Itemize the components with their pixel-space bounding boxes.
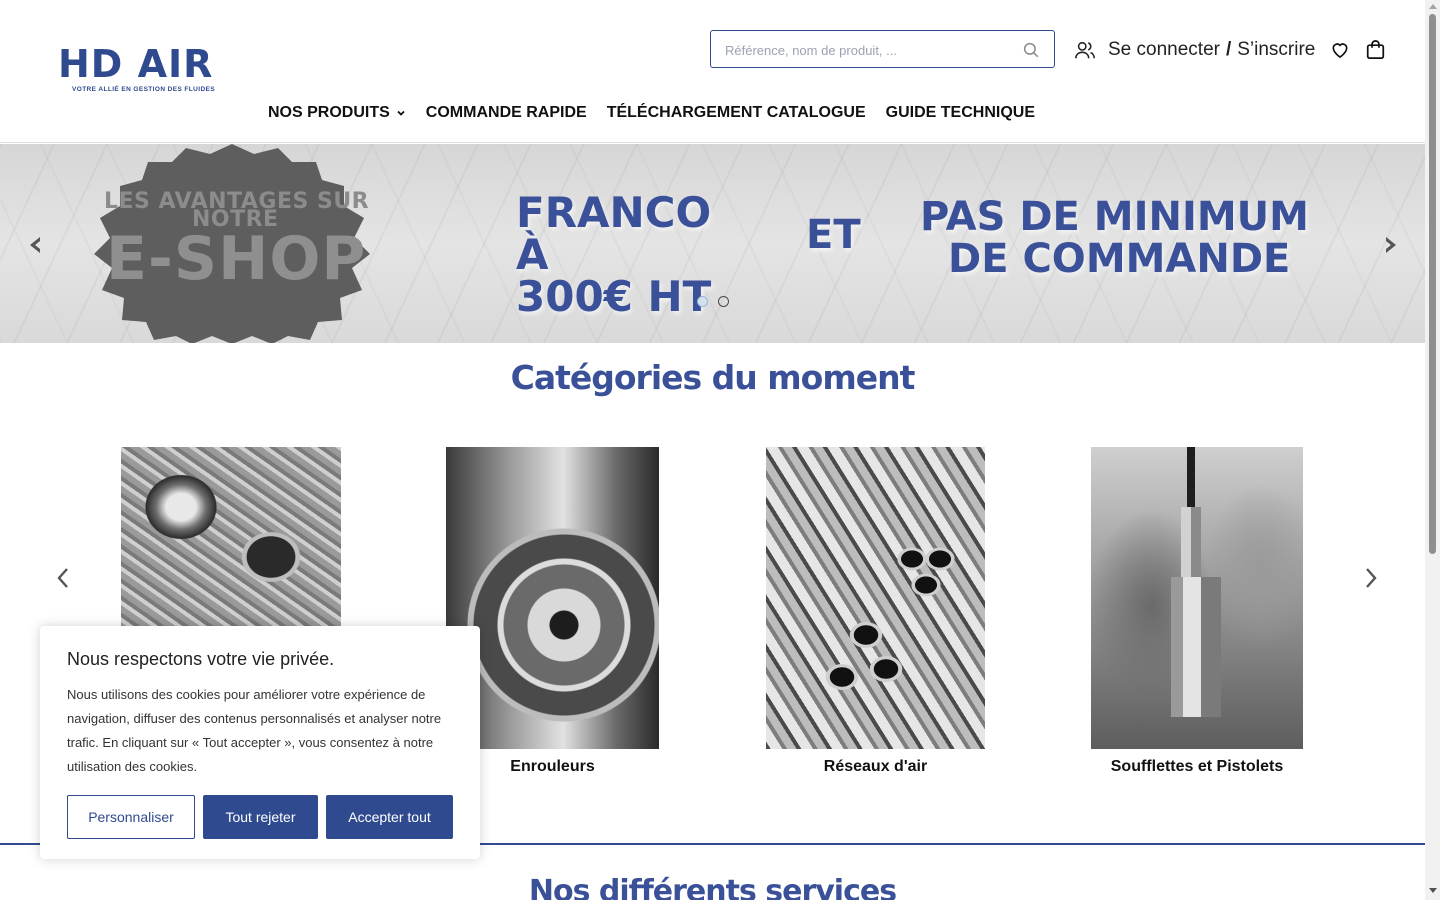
search-icon[interactable] <box>1022 41 1040 59</box>
page-scrollbar[interactable] <box>1425 0 1440 900</box>
logo-wordmark: HD AIR <box>58 42 214 86</box>
carousel-next-icon[interactable] <box>1383 236 1399 254</box>
cookie-description: Nous utilisons des cookies pour améliore… <box>67 687 442 774</box>
scroll-up-arrow-icon[interactable] <box>1429 4 1437 9</box>
main-nav: NOS PRODUITS COMMANDE RAPIDE TÉLÉCHARGEM… <box>268 101 1055 125</box>
carousel-dot-1[interactable] <box>697 296 708 307</box>
banner-franco-line-1: FRANCO À <box>516 188 712 279</box>
user-icon[interactable] <box>1074 39 1096 61</box>
banner-minimum: PAS DE MINIMUM DE COMMANDE <box>920 196 1320 280</box>
search-input[interactable] <box>725 40 1010 60</box>
nav-nos-produits[interactable]: NOS PRODUITS <box>268 104 406 122</box>
site-header: HD AIR VOTRE ALLIÉ EN GESTION DES FLUIDE… <box>0 0 1425 143</box>
promo-carousel[interactable]: LES AVANTAGES SUR NOTRE E-SHOP FRANCO À … <box>0 144 1425 343</box>
nav-commande-rapide[interactable]: COMMANDE RAPIDE <box>426 104 587 122</box>
category-label[interactable]: Réseaux d'air <box>766 758 985 776</box>
nav-telechargement-catalogue[interactable]: TÉLÉCHARGEMENT CATALOGUE <box>607 104 866 122</box>
banner-et: ET <box>806 212 861 258</box>
accept-all-button[interactable]: Accepter tout <box>326 795 453 839</box>
carousel-indicators <box>697 296 739 307</box>
account-separator: / <box>1225 39 1232 60</box>
category-image[interactable] <box>1091 447 1303 749</box>
shopping-bag-icon[interactable] <box>1366 39 1385 60</box>
banner-minimum-line-1: PAS DE MINIMUM <box>920 194 1309 240</box>
cookie-title: Nous respectons votre vie privée. <box>67 649 335 669</box>
scroll-down-arrow-icon[interactable] <box>1429 888 1437 893</box>
category-image[interactable] <box>766 447 985 749</box>
banner-minimum-line-2: DE COMMANDE <box>948 236 1291 282</box>
categories-title: Catégories du moment <box>510 358 916 397</box>
badge-line-3: E-SHOP <box>106 224 367 294</box>
categories-next-icon[interactable] <box>1364 566 1378 590</box>
carousel-prev-icon[interactable] <box>27 236 43 254</box>
services-title: Nos différents services <box>528 874 897 900</box>
nav-label: NOS PRODUITS <box>268 104 390 121</box>
search-box <box>710 30 1055 68</box>
carousel-dot-2[interactable] <box>718 296 729 307</box>
cookie-consent-dialog: Nous respectons votre vie privée. Nous u… <box>40 626 480 859</box>
account-links: Se connecter / S’inscrire <box>1074 36 1315 64</box>
scrollbar-thumb[interactable] <box>1429 14 1436 554</box>
chevron-down-icon <box>397 110 405 116</box>
hd-air-logo[interactable]: HD AIR VOTRE ALLIÉ EN GESTION DES FLUIDE… <box>58 44 230 98</box>
logo-tagline: VOTRE ALLIÉ EN GESTION DES FLUIDES <box>72 86 216 93</box>
login-link[interactable]: Se connecter <box>1108 39 1220 61</box>
customize-button[interactable]: Personnaliser <box>67 795 195 839</box>
reject-all-button[interactable]: Tout rejeter <box>203 795 318 839</box>
category-label[interactable]: Soufflettes et Pistolets <box>1091 758 1303 776</box>
heart-icon[interactable] <box>1330 40 1350 60</box>
register-link[interactable]: S’inscrire <box>1237 39 1315 61</box>
categories-prev-icon[interactable] <box>56 566 70 590</box>
nav-guide-technique[interactable]: GUIDE TECHNIQUE <box>886 104 1035 122</box>
